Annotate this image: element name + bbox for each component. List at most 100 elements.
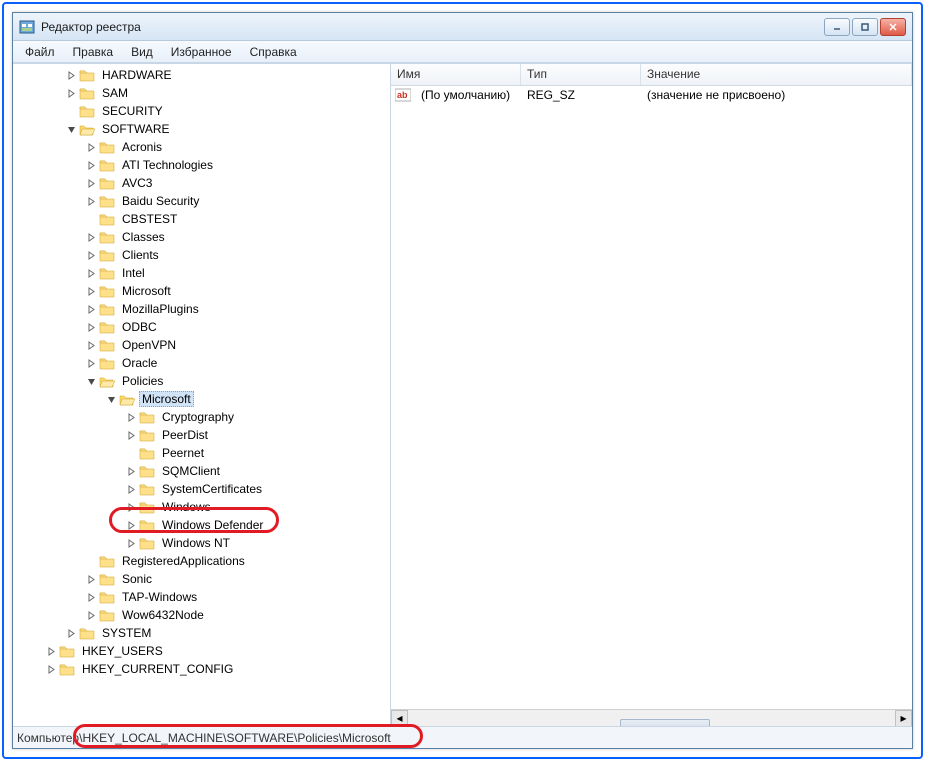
tree-node[interactable]: HKEY_CURRENT_CONFIG (17, 660, 390, 678)
tree-node[interactable]: Microsoft (17, 282, 390, 300)
tree-node[interactable]: HARDWARE (17, 66, 390, 84)
maximize-button[interactable] (852, 18, 878, 36)
tree-node[interactable]: ODBC (17, 318, 390, 336)
col-type[interactable]: Тип (521, 64, 641, 85)
chevron-right-icon[interactable] (65, 87, 77, 99)
folder-icon (139, 410, 155, 424)
tree-node[interactable]: CBSTEST (17, 210, 390, 228)
value-type: REG_SZ (521, 88, 641, 102)
scroll-left-icon[interactable]: ◂ (391, 710, 408, 727)
chevron-down-icon[interactable] (85, 375, 97, 387)
menu-help[interactable]: Справка (242, 43, 305, 61)
chevron-right-icon[interactable] (85, 195, 97, 207)
chevron-right-icon[interactable] (125, 501, 137, 513)
tree-node[interactable]: SAM (17, 84, 390, 102)
folder-icon (99, 284, 115, 298)
chevron-right-icon[interactable] (65, 627, 77, 639)
tree-node[interactable]: SystemCertificates (17, 480, 390, 498)
chevron-right-icon[interactable] (85, 303, 97, 315)
close-button[interactable] (880, 18, 906, 36)
tree-node[interactable]: Intel (17, 264, 390, 282)
chevron-right-icon[interactable] (85, 339, 97, 351)
tree-node[interactable]: Classes (17, 228, 390, 246)
scroll-thumb[interactable] (620, 719, 710, 726)
col-name[interactable]: Имя (391, 64, 521, 85)
tree-node[interactable]: SQMClient (17, 462, 390, 480)
folder-icon (99, 590, 115, 604)
tree-node[interactable]: Policies (17, 372, 390, 390)
tree-node[interactable]: RegisteredApplications (17, 552, 390, 570)
tree-node[interactable]: MozillaPlugins (17, 300, 390, 318)
folder-icon (99, 194, 115, 208)
menu-view[interactable]: Вид (123, 43, 161, 61)
tree-node[interactable]: AVC3 (17, 174, 390, 192)
folder-icon (99, 320, 115, 334)
folder-icon (99, 158, 115, 172)
tree-node-selected[interactable]: Microsoft (17, 390, 390, 408)
tree-node[interactable]: Wow6432Node (17, 606, 390, 624)
chevron-right-icon[interactable] (85, 573, 97, 585)
minimize-button[interactable] (824, 18, 850, 36)
tree-node[interactable]: Oracle (17, 354, 390, 372)
folder-icon (79, 626, 95, 640)
folder-icon (79, 86, 95, 100)
chevron-right-icon[interactable] (45, 645, 57, 657)
tree-node[interactable]: TAP-Windows (17, 588, 390, 606)
tree-node[interactable]: Sonic (17, 570, 390, 588)
chevron-right-icon[interactable] (85, 141, 97, 153)
horizontal-scrollbar[interactable]: ◂ ▸ (391, 709, 912, 726)
registry-editor-window: Редактор реестра Файл Правка Вид Избранн… (12, 12, 913, 749)
tree-node[interactable]: SOFTWARE (17, 120, 390, 138)
tree-node[interactable]: Cryptography (17, 408, 390, 426)
chevron-right-icon[interactable] (125, 519, 137, 531)
chevron-right-icon[interactable] (85, 321, 97, 333)
chevron-right-icon[interactable] (125, 429, 137, 441)
chevron-right-icon[interactable] (85, 249, 97, 261)
value-data: (значение не присвоено) (641, 88, 791, 102)
tree-node[interactable]: ATI Technologies (17, 156, 390, 174)
menu-file[interactable]: Файл (17, 43, 63, 61)
chevron-right-icon[interactable] (45, 663, 57, 675)
titlebar[interactable]: Редактор реестра (13, 13, 912, 41)
folder-icon (139, 518, 155, 532)
chevron-right-icon[interactable] (85, 177, 97, 189)
tree-node[interactable]: OpenVPN (17, 336, 390, 354)
tree-node[interactable]: SECURITY (17, 102, 390, 120)
tree-node[interactable]: Baidu Security (17, 192, 390, 210)
tree-node[interactable]: Windows (17, 498, 390, 516)
status-label: Компьютер (17, 731, 79, 745)
folder-icon (99, 176, 115, 190)
chevron-right-icon[interactable] (65, 69, 77, 81)
folder-icon (99, 212, 115, 226)
chevron-right-icon[interactable] (85, 285, 97, 297)
tree-node[interactable]: SYSTEM (17, 624, 390, 642)
tree-node[interactable]: HKEY_USERS (17, 642, 390, 660)
scroll-right-icon[interactable]: ▸ (895, 710, 912, 727)
tree-node[interactable]: Windows NT (17, 534, 390, 552)
tree-node[interactable]: PeerDist (17, 426, 390, 444)
chevron-right-icon[interactable] (85, 591, 97, 603)
chevron-down-icon[interactable] (65, 123, 77, 135)
chevron-right-icon[interactable] (85, 357, 97, 369)
chevron-down-icon[interactable] (105, 393, 117, 405)
chevron-right-icon[interactable] (85, 159, 97, 171)
folder-icon (99, 248, 115, 262)
chevron-right-icon[interactable] (85, 267, 97, 279)
menu-favorites[interactable]: Избранное (163, 43, 240, 61)
chevron-right-icon[interactable] (125, 465, 137, 477)
chevron-right-icon[interactable] (125, 411, 137, 423)
chevron-right-icon[interactable] (125, 483, 137, 495)
folder-open-icon (119, 392, 135, 406)
folder-icon (59, 644, 75, 658)
tree-pane[interactable]: HARDWARE SAM SECURITY SOFTWARE Acronis A… (13, 64, 391, 726)
chevron-right-icon[interactable] (85, 231, 97, 243)
col-value[interactable]: Значение (641, 64, 912, 85)
list-row[interactable]: (По умолчанию) REG_SZ (значение не присв… (391, 86, 912, 104)
menu-edit[interactable]: Правка (65, 43, 122, 61)
tree-node-windows-defender[interactable]: Windows Defender (17, 516, 390, 534)
tree-node[interactable]: Clients (17, 246, 390, 264)
chevron-right-icon[interactable] (85, 609, 97, 621)
tree-node[interactable]: Peernet (17, 444, 390, 462)
chevron-right-icon[interactable] (125, 537, 137, 549)
tree-node[interactable]: Acronis (17, 138, 390, 156)
